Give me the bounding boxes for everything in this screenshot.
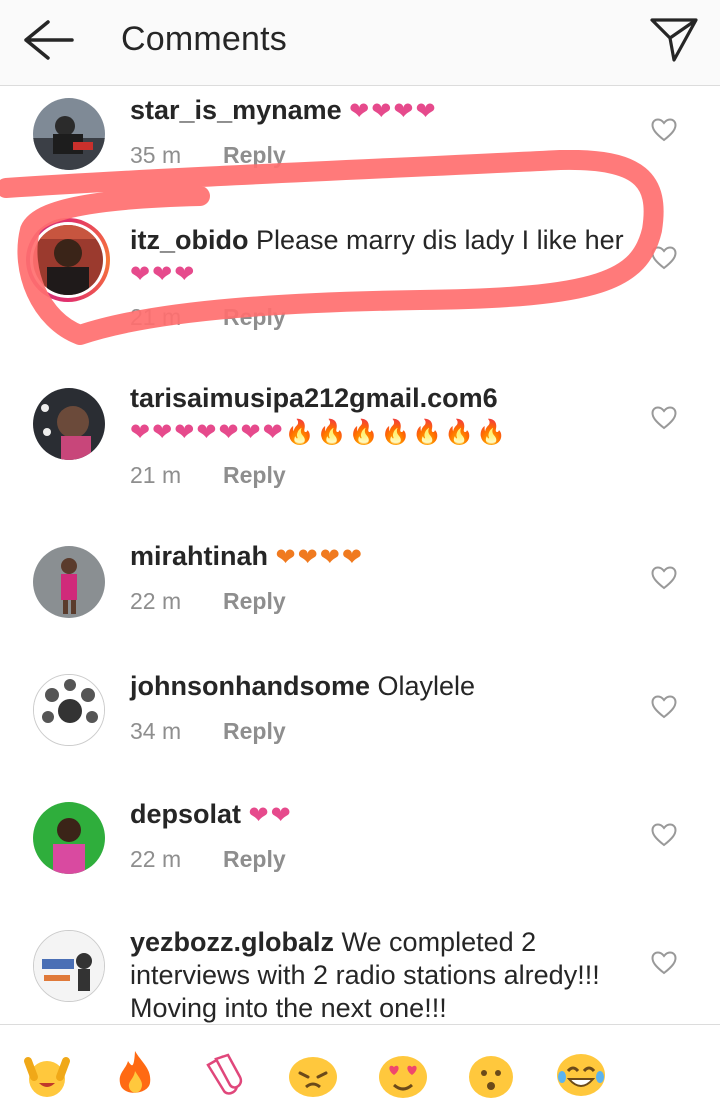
clapping-hands-emoji-button[interactable] xyxy=(196,1047,250,1101)
comment-username[interactable]: itz_obido xyxy=(130,225,248,255)
avatar[interactable] xyxy=(33,546,105,618)
heart-outline-icon[interactable] xyxy=(651,951,677,975)
comment-time: 21 m xyxy=(130,462,182,488)
reply-button[interactable]: Reply xyxy=(223,462,286,488)
reply-button[interactable]: Reply xyxy=(223,846,286,872)
comment-emoji: ❤❤❤❤❤❤❤🔥🔥🔥🔥🔥🔥🔥 xyxy=(130,419,508,446)
laughing-face-emoji-button[interactable] xyxy=(554,1047,608,1101)
avatar[interactable] xyxy=(33,98,105,170)
heart-outline-icon[interactable] xyxy=(651,246,677,270)
comment-emoji: ❤❤❤❤ xyxy=(349,98,438,125)
comment-time: 34 m xyxy=(130,718,182,744)
surprised-face-emoji-button[interactable] xyxy=(464,1047,518,1101)
fire-emoji-button[interactable] xyxy=(108,1047,162,1101)
reply-button[interactable]: Reply xyxy=(223,304,286,330)
comment-text: Please marry dis lady I like her xyxy=(248,225,624,255)
heart-outline-icon[interactable] xyxy=(651,566,677,590)
comment-username[interactable]: depsolat xyxy=(130,799,241,829)
direct-send-icon[interactable] xyxy=(648,14,700,64)
back-arrow-icon[interactable] xyxy=(18,18,78,62)
heart-outline-icon[interactable] xyxy=(651,823,677,847)
comment-time: 22 m xyxy=(130,588,182,614)
comment-time: 21 m xyxy=(130,304,182,330)
comment-username[interactable]: star_is_myname xyxy=(130,95,342,125)
comment-emoji: ❤❤❤ xyxy=(130,261,197,288)
comment-emoji: ❤❤ xyxy=(248,802,293,829)
reply-button[interactable]: Reply xyxy=(223,588,286,614)
comment-text xyxy=(268,541,276,571)
comment-time: 22 m xyxy=(130,846,182,872)
comment-username[interactable]: yezbozz.globalz xyxy=(130,927,334,957)
avatar[interactable] xyxy=(33,930,105,1002)
avatar-story-ring[interactable] xyxy=(26,218,110,302)
avatar[interactable] xyxy=(33,388,105,460)
page-title: Comments xyxy=(121,20,287,58)
reply-button[interactable]: Reply xyxy=(223,142,286,168)
comment-emoji: ❤❤❤❤ xyxy=(275,544,364,571)
heart-eyes-emoji-button[interactable] xyxy=(376,1047,430,1101)
comment-list[interactable]: star_is_myname ❤❤❤❤ 35 m Reply itz_obido… xyxy=(0,86,720,1024)
comment-username[interactable]: tarisaimusipa212gmail.com6 xyxy=(130,383,498,413)
header-bar: Comments xyxy=(0,0,720,86)
heart-outline-icon[interactable] xyxy=(651,406,677,430)
heart-outline-icon[interactable] xyxy=(651,695,677,719)
comment-time: 35 m xyxy=(130,142,182,168)
heart-outline-icon[interactable] xyxy=(651,118,677,142)
emoji-quick-bar xyxy=(0,1024,720,1115)
comment-text: Olaylele xyxy=(370,671,476,701)
avatar[interactable] xyxy=(33,802,105,874)
comment-username[interactable]: johnsonhandsome xyxy=(130,671,370,701)
crying-face-emoji-button[interactable] xyxy=(286,1047,340,1101)
comment-username[interactable]: mirahtinah xyxy=(130,541,268,571)
reply-button[interactable]: Reply xyxy=(223,718,286,744)
raised-hands-emoji-button[interactable] xyxy=(20,1047,74,1101)
comment-text xyxy=(241,799,249,829)
avatar[interactable] xyxy=(33,674,105,746)
